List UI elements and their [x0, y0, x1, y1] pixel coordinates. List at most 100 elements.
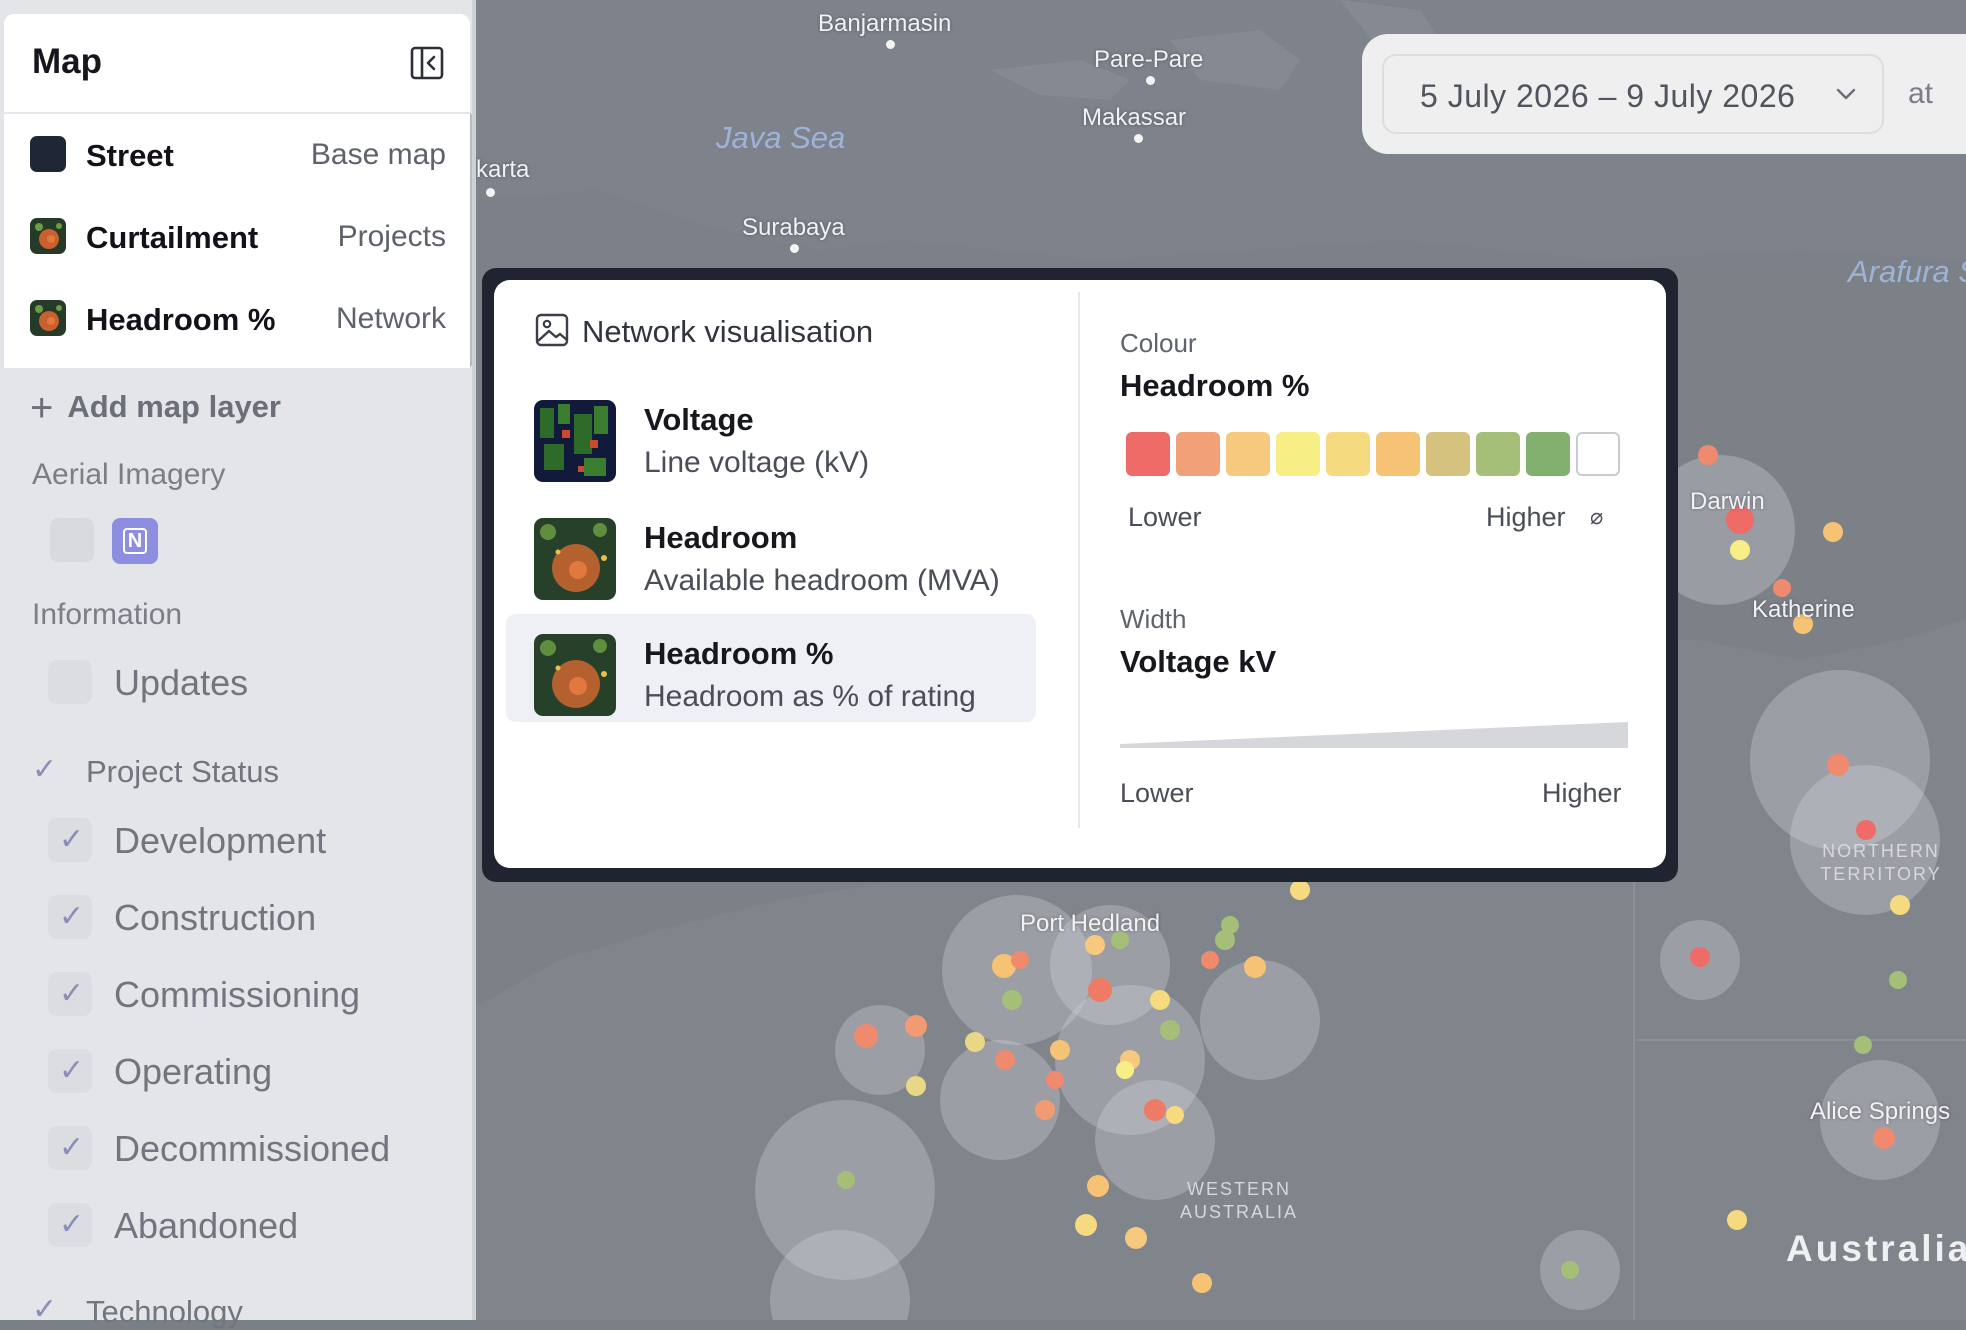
- checkbox-label: Abandoned: [114, 1205, 299, 1246]
- layer-name: Street: [86, 138, 174, 173]
- group-label: Technology: [86, 1294, 243, 1329]
- option-headroom[interactable]: Headroom Available headroom (MVA): [506, 498, 1036, 606]
- colour-swatch: [1226, 432, 1270, 476]
- check-icon: ✓: [59, 823, 85, 856]
- colour-swatch: [1576, 432, 1620, 476]
- check-icon: ✓: [59, 977, 85, 1010]
- sidebar-title: Map: [32, 42, 102, 81]
- date-range-picker[interactable]: 5 July 2026 – 9 July 2026: [1382, 54, 1884, 134]
- aerial-tile-blank[interactable]: [50, 518, 94, 562]
- layer-row-headroom-percent[interactable]: Headroom % Network: [4, 278, 470, 360]
- city-dot: [1134, 134, 1143, 143]
- colour-swatch: [1526, 432, 1570, 476]
- sea-java: Java Sea: [716, 120, 846, 155]
- width-higher-label: Higher: [1542, 778, 1622, 808]
- collapse-sidebar-icon[interactable]: [410, 46, 444, 80]
- map-sidebar: Map Street Base map Curtailment Projects: [0, 0, 476, 1329]
- plus-icon: +: [30, 386, 54, 430]
- street-layer-swatch: [30, 136, 66, 172]
- colour-swatch: [1476, 432, 1520, 476]
- checkbox-box[interactable]: ✓: [48, 1049, 92, 1093]
- checkbox-label: Updates: [114, 662, 249, 703]
- headroom-layer-swatch: [30, 300, 66, 336]
- checkbox-box[interactable]: ✓: [48, 1126, 92, 1170]
- colour-swatch: [1326, 432, 1370, 476]
- width-label: Width: [1120, 604, 1187, 634]
- popup-divider: [1078, 292, 1080, 828]
- checkbox-box[interactable]: [48, 660, 92, 704]
- layer-row-curtailment[interactable]: Curtailment Projects: [4, 196, 470, 278]
- headroom-thumbnail: [534, 518, 616, 600]
- network-visualisation-popup: Network visualisation Voltage Line volta…: [494, 280, 1666, 868]
- chevron-down-icon: [1836, 84, 1856, 107]
- layer-row-street[interactable]: Street Base map: [4, 114, 470, 196]
- date-range-bar: 5 July 2026 – 9 July 2026 at: [1362, 34, 1966, 154]
- city-banjarmasin: Banjarmasin: [818, 10, 952, 37]
- popup-title-text: Network visualisation: [582, 314, 874, 349]
- check-icon: ✓: [59, 1131, 85, 1164]
- city-makassar: Makassar: [1082, 104, 1187, 131]
- colour-swatch: [1126, 432, 1170, 476]
- aerial-tile-n[interactable]: N: [112, 518, 158, 564]
- city-dot: [790, 244, 799, 253]
- city-katherine: Katherine: [1752, 596, 1855, 623]
- sidebar-header: Map: [4, 14, 470, 114]
- checkbox-label: Development: [114, 820, 327, 861]
- option-name: Voltage: [644, 402, 754, 437]
- city-pare-pare: Pare-Pare: [1094, 46, 1204, 73]
- checkbox-label: Operating: [114, 1051, 273, 1092]
- checkbox-box[interactable]: ✓: [48, 1203, 92, 1247]
- sea-arafura: Arafura S: [1848, 254, 1966, 289]
- region-northern-territory: NORTHERN TERRITORY: [1820, 841, 1942, 884]
- city-surabaya: Surabaya: [742, 214, 845, 241]
- option-voltage[interactable]: Voltage Line voltage (kV): [506, 380, 1036, 488]
- checkbox-box[interactable]: ✓: [48, 818, 92, 862]
- option-desc: Headroom as % of rating: [644, 680, 976, 713]
- checkbox-label: Decommissioned: [114, 1128, 391, 1169]
- layer-type: Base map: [310, 138, 446, 171]
- colour-higher-label: Higher: [1486, 502, 1566, 532]
- width-wedge-icon: [1120, 722, 1628, 748]
- layer-type: Projects: [337, 220, 446, 253]
- city-dot: [486, 188, 495, 197]
- checkbox-box[interactable]: ✓: [48, 972, 92, 1016]
- information-label: Information: [32, 598, 183, 631]
- city-darwin: Darwin: [1690, 488, 1765, 515]
- colour-swatch: [1376, 432, 1420, 476]
- colour-swatch: [1276, 432, 1320, 476]
- layer-name: Headroom %: [86, 302, 276, 337]
- colour-swatch: [1176, 432, 1220, 476]
- checkbox-label: Construction: [114, 897, 317, 938]
- option-name: Headroom %: [644, 636, 834, 671]
- option-headroom-percent[interactable]: Headroom % Headroom as % of rating: [506, 614, 1036, 722]
- city-jakarta: karta: [476, 156, 530, 183]
- date-range-text: 5 July 2026 – 9 July 2026: [1420, 78, 1796, 114]
- time-at-label: at: [1908, 77, 1934, 110]
- checkbox-box[interactable]: ✓: [48, 895, 92, 939]
- colour-swatch: [1426, 432, 1470, 476]
- check-icon: ✓: [59, 900, 85, 933]
- layers-panel: Map Street Base map Curtailment Projects: [4, 14, 470, 368]
- image-icon: [534, 312, 570, 348]
- add-map-layer-label: Add map layer: [67, 389, 281, 424]
- city-alice-springs: Alice Springs: [1810, 1098, 1951, 1125]
- option-desc: Line voltage (kV): [644, 446, 870, 479]
- add-map-layer-button[interactable]: + Add map layer: [30, 382, 281, 430]
- layer-type: Network: [335, 302, 446, 335]
- layer-name: Curtailment: [86, 220, 259, 255]
- check-icon: ✓: [32, 1293, 58, 1326]
- width-value: Voltage kV: [1120, 644, 1277, 679]
- check-icon: ✓: [59, 1054, 85, 1087]
- city-port-hedland: Port Hedland: [1020, 910, 1161, 937]
- group-label: Project Status: [86, 754, 279, 789]
- country-label: Australia: [1786, 1228, 1966, 1269]
- aerial-imagery-label: Aerial Imagery: [32, 458, 226, 491]
- region-western-australia: WESTERN AUSTRALIA: [1179, 1179, 1299, 1222]
- voltage-thumbnail: [534, 400, 616, 482]
- headroom-percent-thumbnail: [534, 634, 616, 716]
- colour-lower-label: Lower: [1128, 502, 1202, 532]
- option-name: Headroom: [644, 520, 798, 555]
- no-data-icon: ⌀: [1590, 504, 1604, 529]
- curtailment-layer-swatch: [30, 218, 66, 254]
- city-dot: [1146, 76, 1155, 85]
